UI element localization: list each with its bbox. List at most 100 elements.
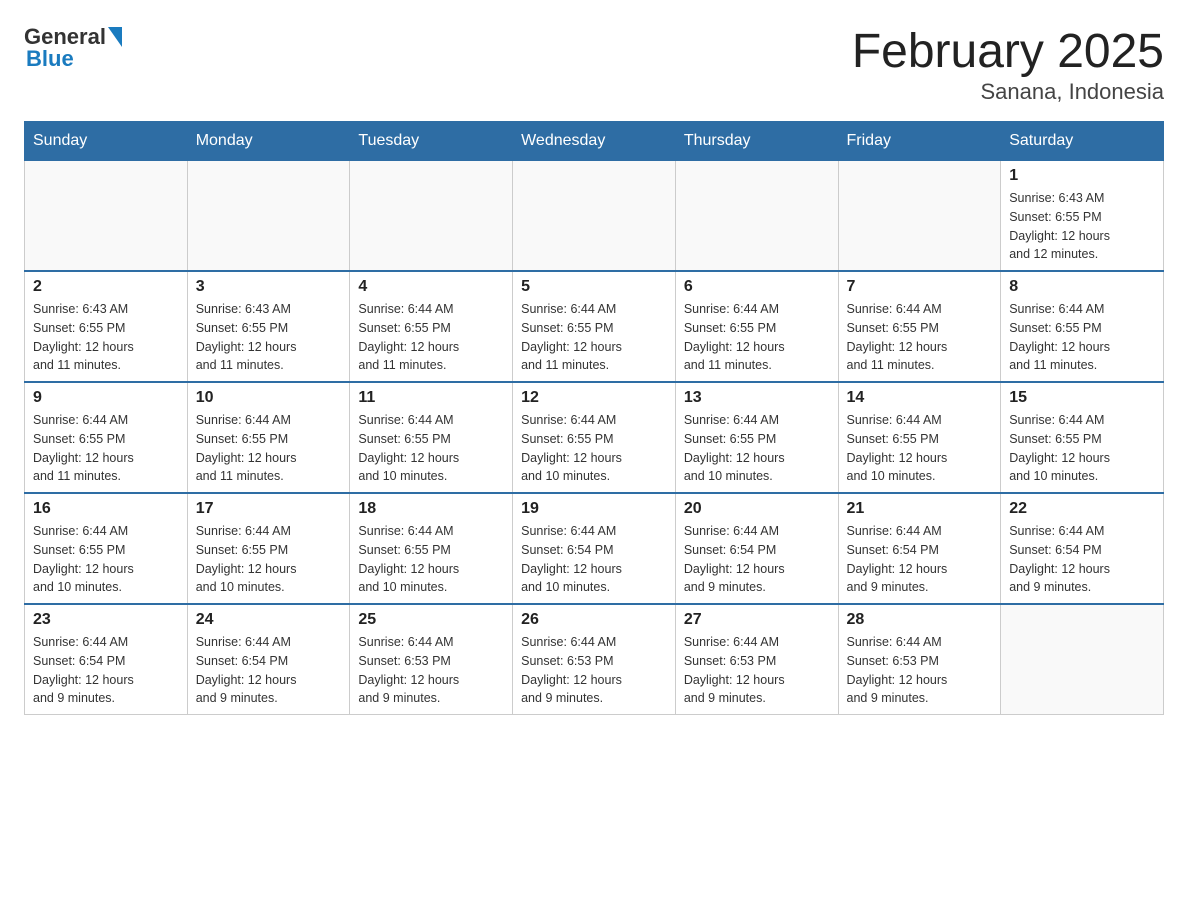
calendar-day-cell: [187, 161, 350, 272]
weekday-header-tuesday: Tuesday: [350, 122, 513, 161]
day-number: 1: [1009, 167, 1155, 185]
day-info: Sunrise: 6:44 AM Sunset: 6:54 PM Dayligh…: [33, 633, 179, 708]
calendar-day-cell: [25, 161, 188, 272]
day-number: 18: [358, 500, 504, 518]
day-number: 20: [684, 500, 830, 518]
day-info: Sunrise: 6:44 AM Sunset: 6:55 PM Dayligh…: [521, 300, 667, 375]
weekday-header-friday: Friday: [838, 122, 1001, 161]
day-number: 13: [684, 389, 830, 407]
calendar-day-cell: 27 Sunrise: 6:44 AM Sunset: 6:53 PM Dayli…: [675, 604, 838, 715]
calendar-table: SundayMondayTuesdayWednesdayThursdayFrid…: [24, 121, 1164, 715]
day-info: Sunrise: 6:44 AM Sunset: 6:54 PM Dayligh…: [847, 522, 993, 597]
day-info: Sunrise: 6:44 AM Sunset: 6:55 PM Dayligh…: [196, 411, 342, 486]
calendar-day-cell: 2 Sunrise: 6:43 AM Sunset: 6:55 PM Daylig…: [25, 271, 188, 382]
day-info: Sunrise: 6:44 AM Sunset: 6:55 PM Dayligh…: [847, 411, 993, 486]
calendar-day-cell: [838, 161, 1001, 272]
calendar-day-cell: 12Sunrise: 6:44 AM Sunset: 6:55 PM Dayli…: [513, 382, 676, 493]
calendar-day-cell: 13 Sunrise: 6:44 AM Sunset: 6:55 PM Dayli…: [675, 382, 838, 493]
day-info: Sunrise: 6:43 AM Sunset: 6:55 PM Dayligh…: [33, 300, 179, 375]
calendar-week-row: 9 Sunrise: 6:44 AM Sunset: 6:55 PM Daylig…: [25, 382, 1164, 493]
calendar-subtitle: Sanana, Indonesia: [852, 79, 1164, 105]
calendar-day-cell: 23 Sunrise: 6:44 AM Sunset: 6:54 PM Dayli…: [25, 604, 188, 715]
calendar-day-cell: 28 Sunrise: 6:44 AM Sunset: 6:53 PM Dayli…: [838, 604, 1001, 715]
calendar-day-cell: 25 Sunrise: 6:44 AM Sunset: 6:53 PM Dayli…: [350, 604, 513, 715]
calendar-week-row: 2 Sunrise: 6:43 AM Sunset: 6:55 PM Daylig…: [25, 271, 1164, 382]
day-info: Sunrise: 6:44 AM Sunset: 6:55 PM Dayligh…: [684, 300, 830, 375]
calendar-day-cell: 10Sunrise: 6:44 AM Sunset: 6:55 PM Dayli…: [187, 382, 350, 493]
calendar-week-row: 1 Sunrise: 6:43 AM Sunset: 6:55 PM Daylig…: [25, 161, 1164, 272]
calendar-day-cell: [1001, 604, 1164, 715]
day-info: Sunrise: 6:44 AM Sunset: 6:53 PM Dayligh…: [684, 633, 830, 708]
calendar-title: February 2025: [852, 24, 1164, 79]
day-info: Sunrise: 6:44 AM Sunset: 6:55 PM Dayligh…: [1009, 300, 1155, 375]
calendar-day-cell: 17Sunrise: 6:44 AM Sunset: 6:55 PM Dayli…: [187, 493, 350, 604]
calendar-day-cell: 19 Sunrise: 6:44 AM Sunset: 6:54 PM Dayli…: [513, 493, 676, 604]
day-number: 4: [358, 278, 504, 296]
day-number: 2: [33, 278, 179, 296]
day-info: Sunrise: 6:44 AM Sunset: 6:55 PM Dayligh…: [521, 411, 667, 486]
day-number: 21: [847, 500, 993, 518]
day-info: Sunrise: 6:44 AM Sunset: 6:55 PM Dayligh…: [33, 522, 179, 597]
day-info: Sunrise: 6:44 AM Sunset: 6:54 PM Dayligh…: [521, 522, 667, 597]
day-info: Sunrise: 6:44 AM Sunset: 6:53 PM Dayligh…: [358, 633, 504, 708]
day-number: 28: [847, 611, 993, 629]
logo-triangle-icon: [108, 27, 122, 47]
title-section: February 2025 Sanana, Indonesia: [852, 24, 1164, 105]
day-info: Sunrise: 6:43 AM Sunset: 6:55 PM Dayligh…: [1009, 189, 1155, 264]
weekday-header-wednesday: Wednesday: [513, 122, 676, 161]
calendar-day-cell: 8 Sunrise: 6:44 AM Sunset: 6:55 PM Daylig…: [1001, 271, 1164, 382]
weekday-header-thursday: Thursday: [675, 122, 838, 161]
calendar-day-cell: 26 Sunrise: 6:44 AM Sunset: 6:53 PM Dayli…: [513, 604, 676, 715]
day-number: 24: [196, 611, 342, 629]
day-number: 22: [1009, 500, 1155, 518]
day-number: 25: [358, 611, 504, 629]
day-info: Sunrise: 6:44 AM Sunset: 6:55 PM Dayligh…: [1009, 411, 1155, 486]
day-number: 7: [847, 278, 993, 296]
day-number: 26: [521, 611, 667, 629]
day-info: Sunrise: 6:44 AM Sunset: 6:55 PM Dayligh…: [684, 411, 830, 486]
day-number: 6: [684, 278, 830, 296]
day-number: 16: [33, 500, 179, 518]
weekday-header-row: SundayMondayTuesdayWednesdayThursdayFrid…: [25, 122, 1164, 161]
day-info: Sunrise: 6:44 AM Sunset: 6:54 PM Dayligh…: [1009, 522, 1155, 597]
day-number: 8: [1009, 278, 1155, 296]
day-info: Sunrise: 6:44 AM Sunset: 6:54 PM Dayligh…: [684, 522, 830, 597]
day-number: 27: [684, 611, 830, 629]
calendar-day-cell: 16 Sunrise: 6:44 AM Sunset: 6:55 PM Dayli…: [25, 493, 188, 604]
day-number: 11: [358, 389, 504, 407]
calendar-day-cell: 22 Sunrise: 6:44 AM Sunset: 6:54 PM Dayli…: [1001, 493, 1164, 604]
weekday-header-monday: Monday: [187, 122, 350, 161]
page-header: General Blue February 2025 Sanana, Indon…: [24, 24, 1164, 105]
day-info: Sunrise: 6:44 AM Sunset: 6:53 PM Dayligh…: [521, 633, 667, 708]
day-number: 23: [33, 611, 179, 629]
logo: General Blue: [24, 24, 122, 72]
calendar-day-cell: 14 Sunrise: 6:44 AM Sunset: 6:55 PM Dayli…: [838, 382, 1001, 493]
day-number: 14: [847, 389, 993, 407]
day-number: 3: [196, 278, 342, 296]
calendar-day-cell: 6 Sunrise: 6:44 AM Sunset: 6:55 PM Daylig…: [675, 271, 838, 382]
day-info: Sunrise: 6:44 AM Sunset: 6:55 PM Dayligh…: [33, 411, 179, 486]
calendar-day-cell: 5 Sunrise: 6:44 AM Sunset: 6:55 PM Daylig…: [513, 271, 676, 382]
calendar-week-row: 23 Sunrise: 6:44 AM Sunset: 6:54 PM Dayli…: [25, 604, 1164, 715]
weekday-header-saturday: Saturday: [1001, 122, 1164, 161]
calendar-week-row: 16 Sunrise: 6:44 AM Sunset: 6:55 PM Dayli…: [25, 493, 1164, 604]
day-number: 15: [1009, 389, 1155, 407]
day-info: Sunrise: 6:44 AM Sunset: 6:55 PM Dayligh…: [847, 300, 993, 375]
calendar-day-cell: 15 Sunrise: 6:44 AM Sunset: 6:55 PM Dayli…: [1001, 382, 1164, 493]
day-info: Sunrise: 6:43 AM Sunset: 6:55 PM Dayligh…: [196, 300, 342, 375]
calendar-day-cell: 21 Sunrise: 6:44 AM Sunset: 6:54 PM Dayli…: [838, 493, 1001, 604]
calendar-day-cell: 1 Sunrise: 6:43 AM Sunset: 6:55 PM Daylig…: [1001, 161, 1164, 272]
calendar-day-cell: [675, 161, 838, 272]
day-number: 9: [33, 389, 179, 407]
calendar-day-cell: 24 Sunrise: 6:44 AM Sunset: 6:54 PM Dayli…: [187, 604, 350, 715]
day-number: 19: [521, 500, 667, 518]
day-info: Sunrise: 6:44 AM Sunset: 6:53 PM Dayligh…: [847, 633, 993, 708]
calendar-day-cell: [350, 161, 513, 272]
calendar-day-cell: 20 Sunrise: 6:44 AM Sunset: 6:54 PM Dayli…: [675, 493, 838, 604]
day-info: Sunrise: 6:44 AM Sunset: 6:55 PM Dayligh…: [196, 522, 342, 597]
day-info: Sunrise: 6:44 AM Sunset: 6:55 PM Dayligh…: [358, 411, 504, 486]
calendar-day-cell: 9 Sunrise: 6:44 AM Sunset: 6:55 PM Daylig…: [25, 382, 188, 493]
calendar-day-cell: 4Sunrise: 6:44 AM Sunset: 6:55 PM Daylig…: [350, 271, 513, 382]
day-info: Sunrise: 6:44 AM Sunset: 6:54 PM Dayligh…: [196, 633, 342, 708]
day-number: 5: [521, 278, 667, 296]
